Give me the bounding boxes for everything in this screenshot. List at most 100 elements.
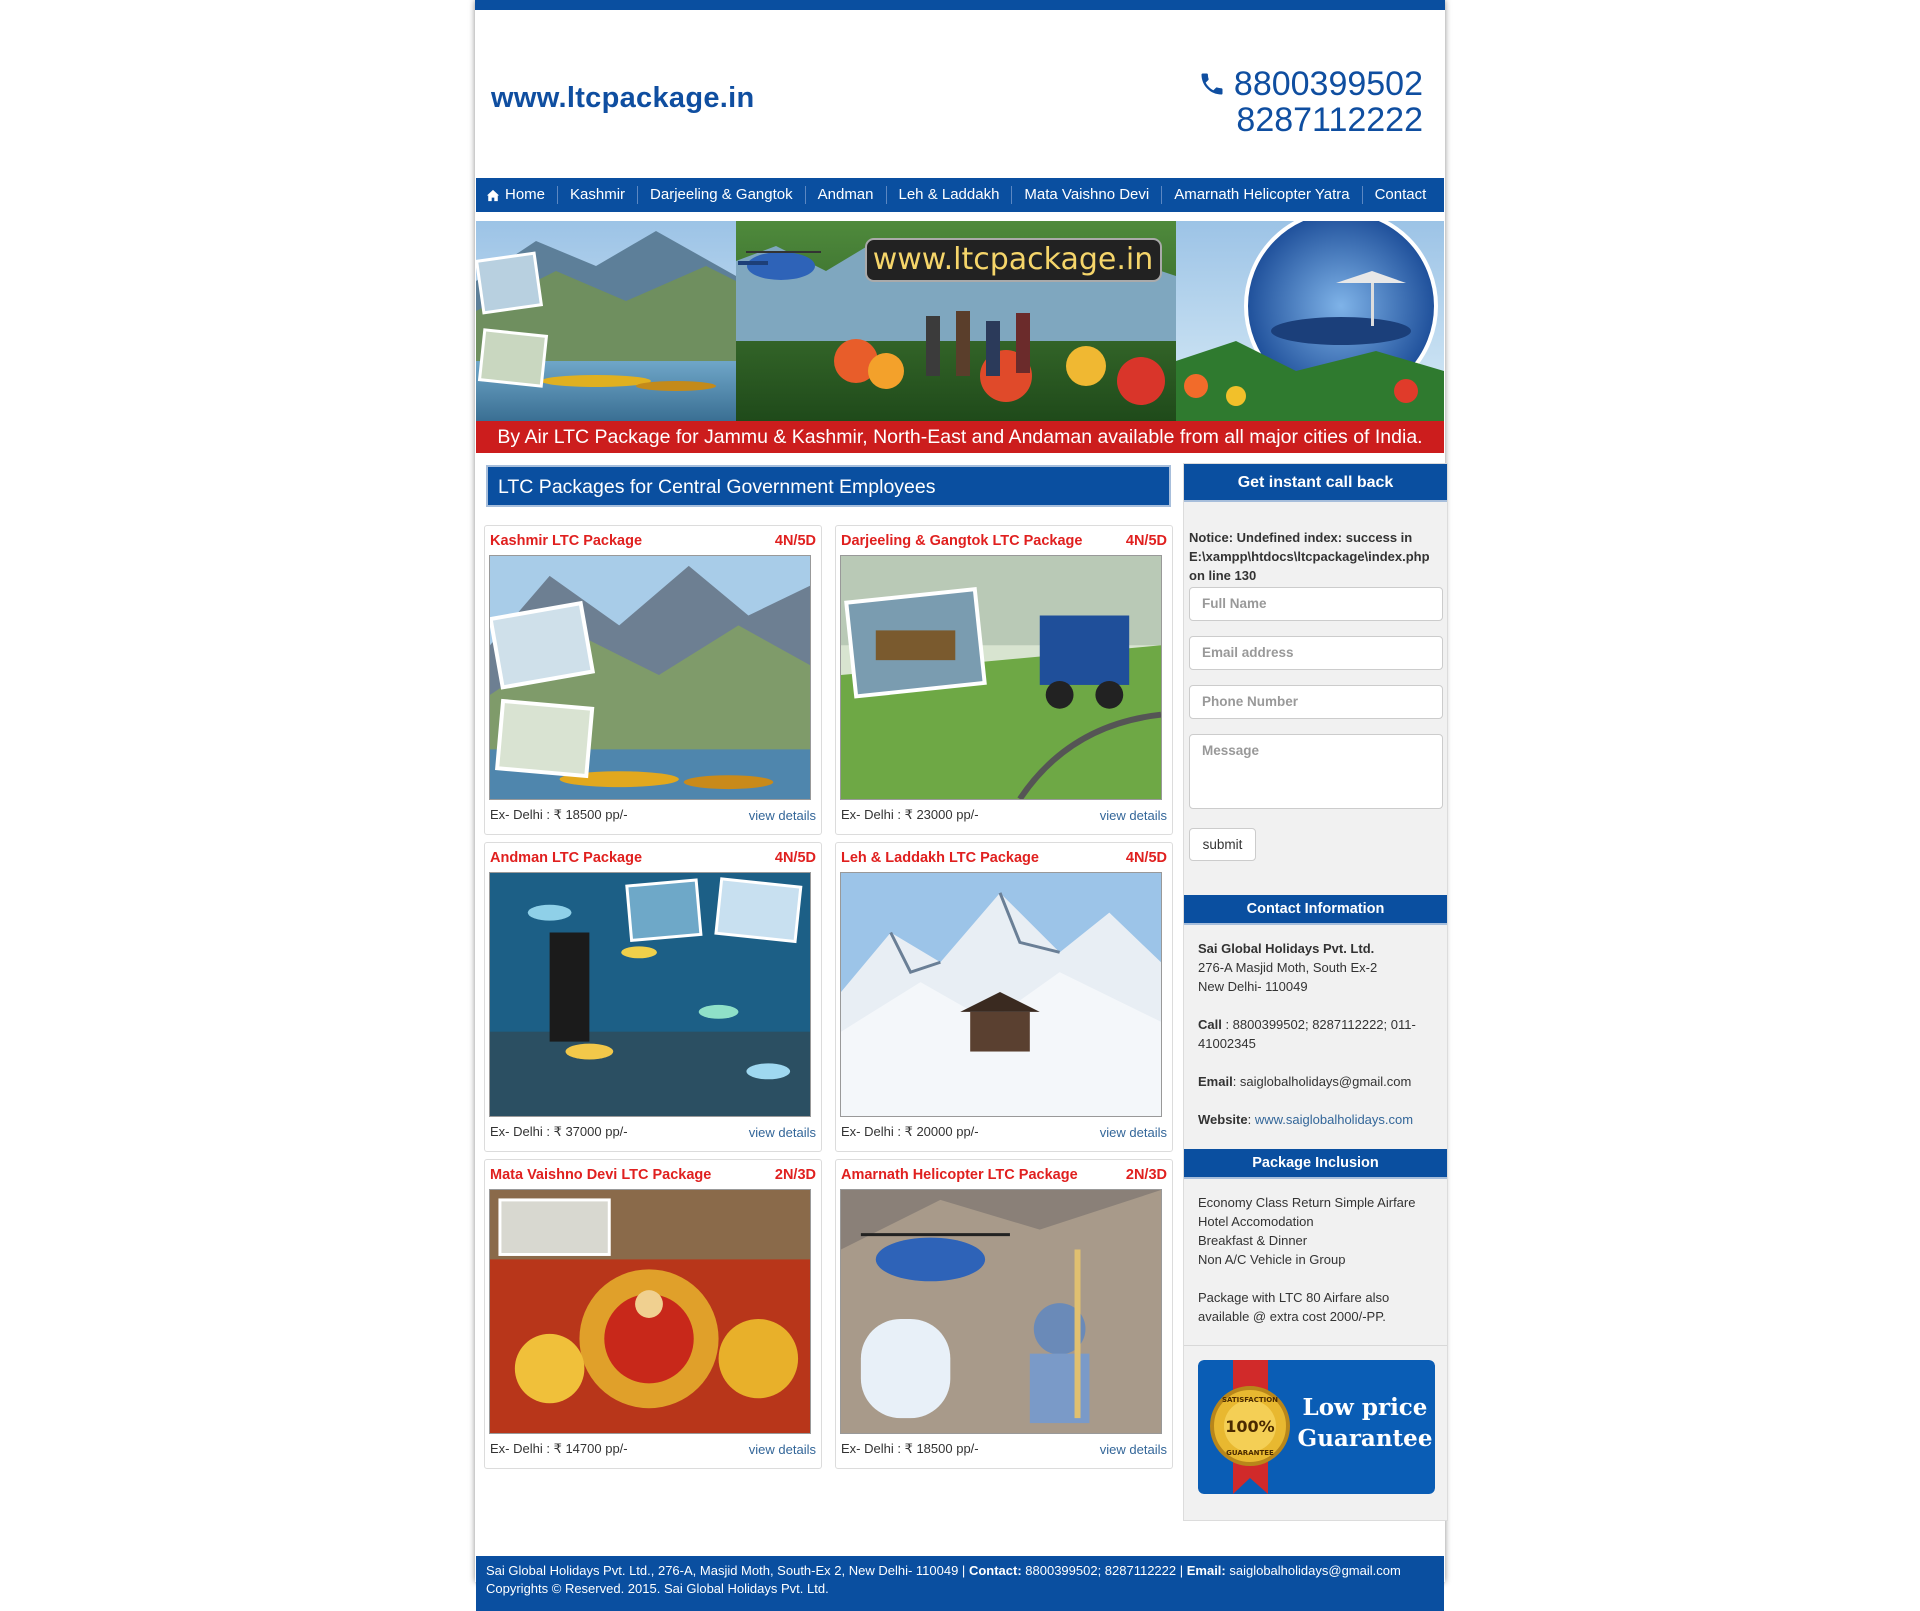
package-price: Ex- Delhi : ₹ 37000 pp/- [490, 1124, 628, 1139]
callback-form: Full Name Email address Phone Number Mes… [1184, 585, 1447, 861]
footer-line-1: Sai Global Holidays Pvt. Ltd., 276-A, Ma… [486, 1562, 1434, 1580]
submit-button[interactable]: submit [1189, 828, 1256, 861]
site-logo-text[interactable]: www.ltcpackage.in [491, 82, 755, 115]
inclusion-note: Package with LTC 80 Airfare also availab… [1198, 1290, 1390, 1324]
package-card: Andman LTC Package 4N/5D Ex- Delhi : ₹ 3… [484, 842, 822, 1152]
nav-item-leh-laddakh[interactable]: Leh & Laddakh [887, 186, 1013, 204]
callback-heading: Get instant call back [1184, 464, 1447, 502]
card-header: Amarnath Helicopter LTC Package 2N/3D [836, 1160, 1172, 1189]
package-card: Amarnath Helicopter LTC Package 2N/3D Ex… [835, 1159, 1173, 1469]
package-duration: 4N/5D [1125, 532, 1167, 549]
package-image-darjeeling[interactable] [840, 555, 1162, 800]
package-image-kashmir[interactable] [489, 555, 811, 800]
seal-top-text: SATISFACTION [1222, 1396, 1278, 1404]
nav-item-amarnath-helicopter-yatra[interactable]: Amarnath Helicopter Yatra [1162, 186, 1363, 204]
nav-item-mata-vaishno-devi[interactable]: Mata Vaishno Devi [1012, 186, 1163, 204]
view-details-link[interactable]: view details [1100, 1125, 1167, 1140]
banner-collage-image: www.ltcpackage.in [476, 221, 1444, 421]
card-footer: Ex- Delhi : ₹ 18500 pp/- view details [485, 800, 821, 830]
seal-center-text: 100% [1225, 1417, 1274, 1436]
message-textarea[interactable]: Message [1189, 734, 1443, 809]
view-details-link[interactable]: view details [1100, 1442, 1167, 1457]
website-label: Website [1198, 1112, 1248, 1127]
low-price-guarantee-badge: SATISFACTION 100% GUARANTEE Low price Gu… [1198, 1360, 1435, 1494]
card-header: Darjeeling & Gangtok LTC Package 4N/5D [836, 526, 1172, 555]
guarantee-line-2: Guarantee [1298, 1425, 1433, 1452]
address-line-2: New Delhi- 110049 [1198, 979, 1308, 994]
nav-item-darjeeling-gangtok[interactable]: Darjeeling & Gangtok [638, 186, 806, 204]
package-title[interactable]: Kashmir LTC Package [490, 533, 642, 549]
page-container: www.ltcpackage.in 8800399502 8287112222 … [475, 0, 1448, 1611]
phone-number-1[interactable]: 8800399502 [1234, 66, 1423, 102]
view-details-link[interactable]: view details [1100, 808, 1167, 823]
inclusion-item: Breakfast & Dinner [1198, 1233, 1308, 1248]
email-input[interactable]: Email address [1189, 636, 1443, 670]
full-name-input[interactable]: Full Name [1189, 587, 1443, 621]
address-line-1: 276-A Masjid Moth, South Ex-2 [1198, 960, 1378, 975]
banner-logo-text: www.ltcpackage.in [873, 242, 1154, 277]
package-duration: 2N/3D [774, 1166, 816, 1183]
phone-number-2[interactable]: 8287112222 [1236, 102, 1423, 138]
package-card: Darjeeling & Gangtok LTC Package 4N/5D E… [835, 525, 1173, 835]
email-label: Email [1198, 1074, 1233, 1089]
card-header: Leh & Laddakh LTC Package 4N/5D [836, 843, 1172, 872]
package-inclusion-list: Economy Class Return Simple Airfare Hote… [1184, 1179, 1447, 1326]
package-price: Ex- Delhi : ₹ 18500 pp/- [841, 1441, 979, 1456]
package-image-vaishno-devi[interactable] [489, 1189, 811, 1434]
footer-copyright: Copyrights © Reserved. 2015. Sai Global … [486, 1581, 829, 1596]
section-title: LTC Packages for Central Government Empl… [486, 465, 1171, 507]
phone-row-2: 8287112222 [1198, 102, 1423, 138]
package-card: Leh & Laddakh LTC Package 4N/5D Ex- Delh… [835, 842, 1173, 1152]
website-link[interactable]: www.saiglobalholidays.com [1255, 1112, 1413, 1127]
call-value: : 8800399502; 8287112222; 011-41002345 [1198, 1017, 1416, 1051]
package-image-andman[interactable] [489, 872, 811, 1117]
view-details-link[interactable]: view details [749, 1125, 816, 1140]
phone-block: 8800399502 8287112222 [1198, 66, 1423, 138]
package-title[interactable]: Andman LTC Package [490, 850, 642, 866]
sidebar-divider [1184, 1345, 1447, 1346]
card-footer: Ex- Delhi : ₹ 23000 pp/- view details [836, 800, 1172, 830]
card-header: Andman LTC Package 4N/5D [485, 843, 821, 872]
footer-email-value: saiglobalholidays@gmail.com [1225, 1563, 1401, 1578]
inclusion-item: Economy Class Return Simple Airfare [1198, 1195, 1416, 1210]
top-accent-bar [475, 0, 1445, 10]
view-details-link[interactable]: view details [749, 808, 816, 823]
inclusion-item: Hotel Accomodation [1198, 1214, 1314, 1229]
nav-label-home: Home [505, 186, 546, 203]
footer-contact-label: Contact: [968, 1563, 1022, 1578]
package-price: Ex- Delhi : ₹ 18500 pp/- [490, 807, 628, 822]
phone-input[interactable]: Phone Number [1189, 685, 1443, 719]
email-value: : saiglobalholidays@gmail.com [1232, 1074, 1412, 1089]
footer-contact-value: 8800399502; 8287112222 | [1021, 1563, 1187, 1578]
package-duration: 4N/5D [774, 532, 816, 549]
package-image-amarnath[interactable] [840, 1189, 1162, 1434]
call-label: Call [1198, 1017, 1222, 1032]
view-details-link[interactable]: view details [749, 1442, 816, 1457]
package-card: Kashmir LTC Package 4N/5D Ex- Delhi : ₹ … [484, 525, 822, 835]
nav-item-home[interactable]: Home [486, 186, 559, 204]
card-footer: Ex- Delhi : ₹ 14700 pp/- view details [485, 1434, 821, 1464]
nav-item-andman[interactable]: Andman [806, 186, 887, 204]
package-duration: 4N/5D [774, 849, 816, 866]
main-content: LTC Packages for Central Government Empl… [475, 453, 1448, 1553]
package-title[interactable]: Leh & Laddakh LTC Package [841, 850, 1039, 866]
package-title[interactable]: Mata Vaishno Devi LTC Package [490, 1167, 711, 1183]
footer-email-label: Email: [1186, 1563, 1226, 1578]
phone-icon [1201, 73, 1223, 95]
package-image-leh-laddakh[interactable] [840, 872, 1162, 1117]
site-header: www.ltcpackage.in 8800399502 8287112222 [475, 10, 1445, 165]
package-price: Ex- Delhi : ₹ 20000 pp/- [841, 1124, 979, 1139]
card-header: Mata Vaishno Devi LTC Package 2N/3D [485, 1160, 821, 1189]
nav-item-kashmir[interactable]: Kashmir [558, 186, 639, 204]
package-title[interactable]: Amarnath Helicopter LTC Package [841, 1167, 1078, 1183]
package-card: Mata Vaishno Devi LTC Package 2N/3D Ex- … [484, 1159, 822, 1469]
package-duration: 2N/3D [1125, 1166, 1167, 1183]
main-nav: Home Kashmir Darjeeling & Gangtok Andman… [476, 178, 1444, 212]
seal-bottom-text: GUARANTEE [1226, 1449, 1274, 1457]
nav-item-contact[interactable]: Contact [1363, 186, 1439, 204]
package-title[interactable]: Darjeeling & Gangtok LTC Package [841, 533, 1082, 549]
card-footer: Ex- Delhi : ₹ 18500 pp/- view details [836, 1434, 1172, 1464]
home-icon [486, 189, 500, 201]
contact-info-heading: Contact Information [1184, 895, 1447, 925]
php-notice-text: Notice: Undefined index: success in E:\x… [1189, 530, 1430, 583]
